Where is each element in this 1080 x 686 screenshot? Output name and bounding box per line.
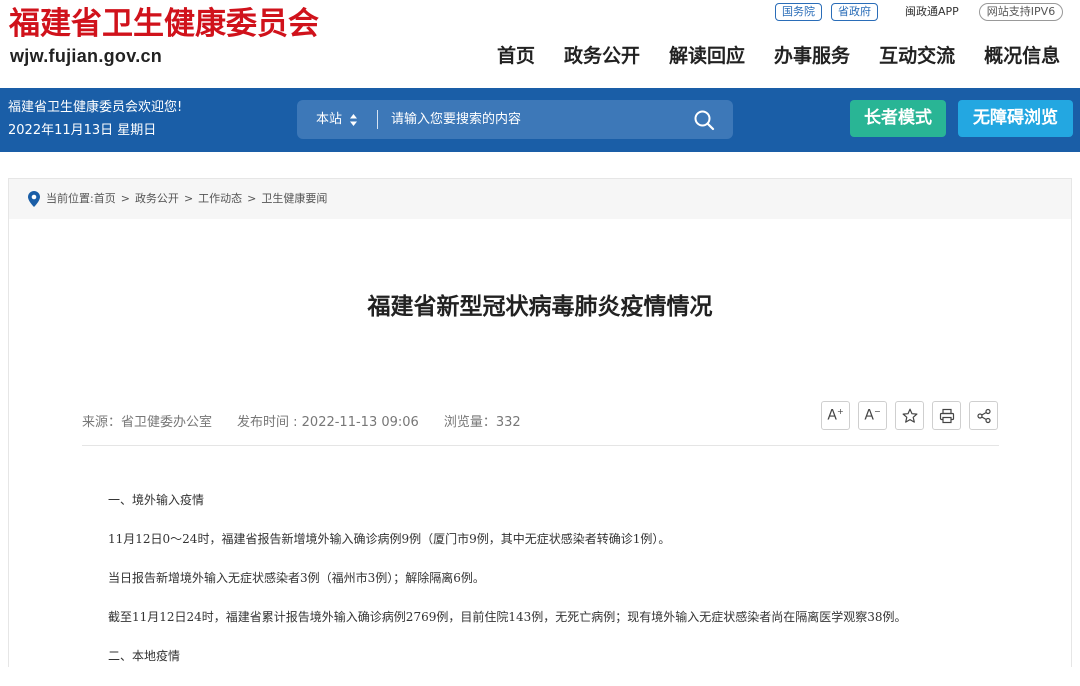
nav-interpretation[interactable]: 解读回应 bbox=[669, 42, 745, 70]
breadcrumb-separator: > bbox=[120, 192, 130, 205]
article-tools: A+ A− bbox=[821, 401, 998, 430]
share-icon bbox=[976, 408, 991, 423]
section-heading: 二、本地疫情 bbox=[108, 649, 181, 663]
font-increase-button[interactable]: A+ bbox=[821, 401, 850, 430]
nav-overview[interactable]: 概况信息 bbox=[984, 42, 1060, 70]
breadcrumb-label: 当前位置: bbox=[46, 192, 94, 205]
current-date: 2022年11月13日 星期日 bbox=[8, 123, 157, 138]
nav-home[interactable]: 首页 bbox=[497, 42, 535, 70]
article-views: 浏览量：332 bbox=[443, 415, 521, 430]
site-title[interactable]: 福建省卫生健康委员会 bbox=[9, 4, 319, 44]
star-icon bbox=[902, 408, 917, 423]
elder-mode-button[interactable]: 长者模式 bbox=[850, 100, 946, 137]
article-meta: 来源：省卫健委办公室 发布时间 : 2022-11-13 09:06 浏览量：3… bbox=[82, 413, 546, 433]
search-icon[interactable] bbox=[693, 109, 715, 131]
font-decrease-button[interactable]: A− bbox=[858, 401, 887, 430]
article-paragraph: 截至11月12日24时，福建省累计报告境外输入确诊病例2769例，目前住院143… bbox=[108, 610, 907, 624]
accessible-browse-button[interactable]: 无障碍浏览 bbox=[958, 100, 1073, 137]
link-mzt-app[interactable]: 闽政通APP bbox=[905, 5, 959, 19]
blue-banner: 福建省卫生健康委员会欢迎您! 2022年11月13日 星期日 本站 长者模式 无… bbox=[0, 88, 1080, 152]
article-container: 当前位置: 首页 > 政务公开 > 工作动态 > 卫生健康要闻 福建省新型冠状病… bbox=[8, 178, 1072, 667]
breadcrumb-separator: > bbox=[247, 192, 257, 205]
breadcrumb-work-news[interactable]: 工作动态 bbox=[198, 179, 242, 219]
main-nav: 首页 政务公开 解读回应 办事服务 互动交流 概况信息 bbox=[497, 42, 1060, 70]
search-input[interactable] bbox=[391, 100, 681, 139]
article-paragraph: 当日报告新增境外输入无症状感染者3例（福州市3例）；解除隔离6例。 bbox=[108, 571, 485, 585]
font-increase-icon: A+ bbox=[827, 407, 844, 424]
meta-divider bbox=[82, 445, 999, 446]
favorite-button[interactable] bbox=[895, 401, 924, 430]
breadcrumb-government-affairs[interactable]: 政务公开 bbox=[135, 179, 179, 219]
article-paragraph: 11月12日0～24时，福建省报告新增境外输入确诊病例9例（厦门市9例，其中无症… bbox=[108, 532, 671, 546]
print-icon bbox=[939, 408, 954, 423]
breadcrumb-trail: 当前位置: 首页 > 政务公开 > 工作动态 > 卫生健康要闻 bbox=[46, 179, 327, 219]
welcome-text: 福建省卫生健康委员会欢迎您! bbox=[8, 100, 183, 115]
article-title: 福建省新型冠状病毒肺炎疫情情况 bbox=[367, 294, 713, 320]
nav-interaction[interactable]: 互动交流 bbox=[879, 42, 955, 70]
article-source: 来源：省卫健委办公室 bbox=[82, 415, 213, 430]
breadcrumb-separator: > bbox=[183, 192, 194, 205]
link-state-council[interactable]: 国务院 bbox=[775, 3, 822, 21]
print-button[interactable] bbox=[932, 401, 961, 430]
breadcrumb: 当前位置: 首页 > 政务公开 > 工作动态 > 卫生健康要闻 bbox=[9, 179, 1071, 219]
article-publish-time: 发布时间 : 2022-11-13 09:06 bbox=[237, 415, 419, 430]
breadcrumb-home[interactable]: 首页 bbox=[94, 179, 116, 219]
article-body: 一、境外输入疫情 11月12日0～24时，福建省报告新增境外输入确诊病例9例（厦… bbox=[108, 491, 988, 686]
top-links: 国务院 省政府 闽政通APP 网站支持IPV6 bbox=[775, 2, 1064, 22]
search-divider bbox=[377, 110, 378, 129]
sort-arrows-icon[interactable] bbox=[349, 113, 358, 127]
share-button[interactable] bbox=[969, 401, 998, 430]
site-header: 福建省卫生健康委员会 wjw.fujian.gov.cn 国务院 省政府 闽政通… bbox=[0, 0, 1080, 88]
font-decrease-icon: A− bbox=[864, 407, 881, 424]
location-pin-icon bbox=[28, 191, 40, 207]
link-provincial-government[interactable]: 省政府 bbox=[831, 3, 878, 21]
search-scope-select[interactable]: 本站 bbox=[316, 100, 342, 139]
section-heading: 一、境外输入疫情 bbox=[108, 493, 205, 507]
nav-government-affairs[interactable]: 政务公开 bbox=[564, 42, 640, 70]
search-box: 本站 bbox=[297, 100, 733, 139]
nav-services[interactable]: 办事服务 bbox=[774, 42, 850, 70]
ipv6-badge[interactable]: 网站支持IPV6 bbox=[978, 3, 1064, 21]
breadcrumb-health-news[interactable]: 卫生健康要闻 bbox=[261, 179, 327, 219]
site-url: wjw.fujian.gov.cn bbox=[10, 46, 163, 66]
